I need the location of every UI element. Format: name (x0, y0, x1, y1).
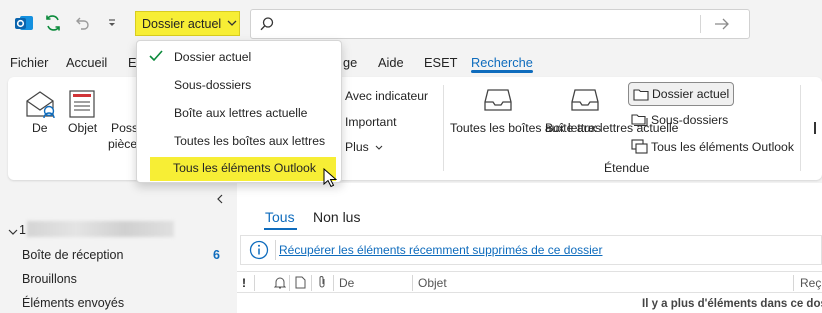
recover-deleted-link[interactable]: Récupérer les éléments récemment supprim… (279, 243, 602, 257)
scope-option-all-outlook-items-label: Tous les éléments Outlook (173, 161, 316, 175)
column-header: ! De Objet Reçu (237, 271, 822, 293)
outlook-logo-icon (14, 13, 34, 36)
ribbon-separator (800, 85, 801, 171)
search-scope-dropdown[interactable]: Dossier actuel (135, 11, 240, 36)
item-type-icon[interactable] (295, 276, 306, 292)
collapse-pane-chevron-icon[interactable] (216, 193, 224, 207)
from-button-label[interactable]: De (32, 121, 48, 135)
ribbon-truncated-icon (814, 122, 816, 134)
folder-icon (633, 89, 649, 101)
column-separator (412, 275, 413, 291)
tab-aide[interactable]: Aide (378, 55, 404, 70)
title-bar: Dossier actuel (0, 0, 822, 46)
column-from[interactable]: De (339, 276, 354, 290)
attachments-label-2[interactable]: pièce (108, 137, 137, 151)
info-icon (249, 240, 269, 263)
search-go-arrow-icon[interactable] (714, 17, 730, 34)
subfolders-icon (631, 114, 648, 127)
search-icon (259, 16, 275, 35)
column-separator (289, 275, 290, 291)
search-divider (700, 15, 701, 33)
subject-button-label[interactable]: Objet (68, 121, 97, 135)
scope-option-current-folder[interactable]: Dossier actuel (174, 50, 251, 64)
search-input[interactable] (250, 9, 750, 39)
recover-deleted-bar: Récupérer les éléments récemment supprim… (240, 235, 822, 265)
current-mailbox-tray-icon[interactable] (570, 87, 600, 116)
inbox-unread-count: 6 (213, 248, 220, 262)
scope-option-all-mailboxes[interactable]: Toutes les boîtes aux lettres (174, 134, 325, 148)
account-name[interactable]: 1 (19, 223, 26, 237)
from-envelope-icon[interactable] (24, 89, 56, 122)
ribbon-separator (443, 85, 444, 171)
current-folder-button[interactable]: Dossier actuel (628, 82, 734, 106)
all-mailboxes-button[interactable]: Toutes les boîtes aux lettres (450, 120, 601, 136)
tab-eset[interactable]: ESET (424, 55, 457, 70)
column-separator (311, 275, 312, 291)
all-items-icon (631, 139, 648, 154)
column-separator (254, 275, 255, 291)
subfolders-label: Sous-dossiers (651, 113, 729, 127)
column-received[interactable]: Reçu (800, 276, 822, 290)
attachments-label-1[interactable]: Poss (111, 121, 138, 135)
active-filter-indicator (264, 228, 297, 230)
chevron-down-icon (227, 20, 237, 26)
folder-pane: 1 Boîte de réception 6 Brouillons Élémen… (0, 183, 235, 313)
column-subject[interactable]: Objet (418, 276, 447, 290)
subject-document-icon[interactable] (68, 89, 96, 122)
tab-partial-ge[interactable]: ge (343, 55, 357, 70)
account-expand-chevron-icon[interactable] (8, 225, 18, 239)
ribbon: De Objet Poss pièce Avec indicateur Impo… (8, 77, 822, 180)
column-separator (333, 275, 334, 291)
more-filters-button[interactable]: Plus (345, 140, 383, 154)
all-mailboxes-tray-icon[interactable] (483, 87, 513, 116)
undo-icon[interactable] (73, 13, 93, 33)
tab-unread[interactable]: Non lus (313, 209, 360, 225)
scope-option-current-mailbox[interactable]: Boîte aux lettres actuelle (174, 106, 307, 120)
folder-sent-items[interactable]: Éléments envoyés (22, 296, 124, 310)
folder-drafts[interactable]: Brouillons (22, 272, 77, 286)
menu-bar: Fichier Accueil E ge Aide ESET Recherche (0, 46, 822, 76)
reminder-bell-icon[interactable] (273, 276, 287, 292)
scope-option-subfolders[interactable]: Sous-dossiers (174, 78, 251, 92)
sync-icon[interactable] (43, 13, 63, 33)
customize-toolbar-icon[interactable] (102, 13, 122, 33)
tab-all[interactable]: Tous (265, 209, 295, 225)
search-scope-label: Dossier actuel (142, 16, 222, 31)
folder-inbox[interactable]: Boîte de réception (22, 248, 123, 262)
scope-group-label: Étendue (604, 161, 650, 175)
tab-recherche[interactable]: Recherche (471, 55, 533, 70)
important-filter[interactable]: Important (345, 115, 396, 129)
attachment-paperclip-icon[interactable] (317, 275, 327, 292)
flagged-filter[interactable]: Avec indicateur (345, 89, 428, 103)
info-divider (275, 240, 276, 260)
chevron-down-icon (375, 145, 383, 150)
tab-fichier[interactable]: Fichier (10, 55, 48, 70)
more-items-message: Il y a plus d'éléments dans ce dos (642, 298, 822, 310)
more-filters-label: Plus (345, 140, 369, 154)
blurred-account-email (27, 221, 174, 237)
all-outlook-items-label: Tous les éléments Outlook (651, 140, 794, 154)
column-importance[interactable]: ! (242, 276, 246, 290)
scope-option-all-outlook-items[interactable]: Tous les éléments Outlook (150, 157, 336, 181)
tab-accueil[interactable]: Accueil (66, 55, 107, 70)
mouse-cursor-icon (323, 167, 338, 191)
current-mailbox-button[interactable]: Boîte aux lettres actuelle (545, 120, 678, 136)
checkmark-icon (149, 50, 163, 64)
column-separator (793, 275, 794, 291)
current-folder-label: Dossier actuel (652, 87, 730, 101)
active-tab-indicator (471, 70, 533, 73)
